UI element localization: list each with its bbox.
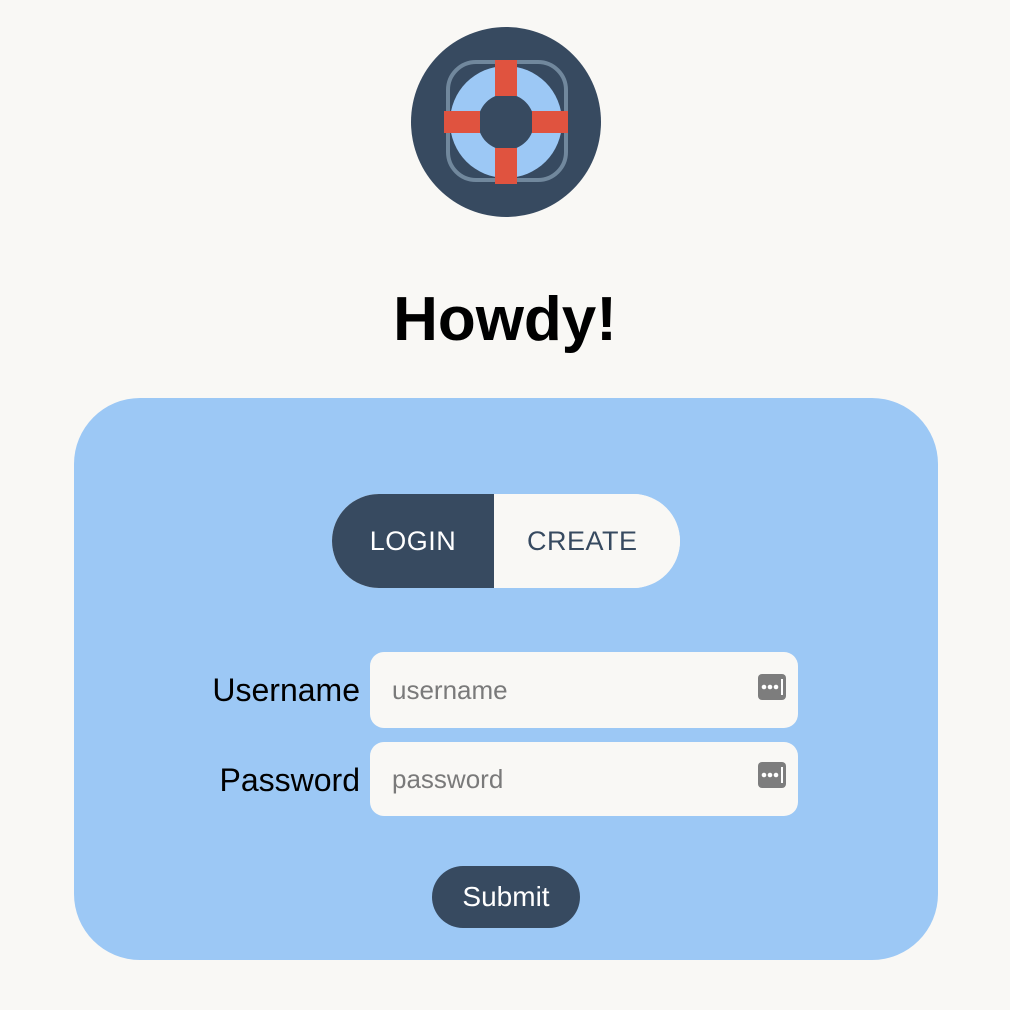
username-field-wrapper <box>370 652 798 728</box>
password-field-wrapper <box>370 742 798 816</box>
login-tab[interactable]: LOGIN <box>332 494 494 588</box>
password-label: Password <box>219 762 361 798</box>
auth-mode-toggle: LOGIN CREATE <box>332 494 680 588</box>
lifebuoy-logo-icon <box>410 26 602 218</box>
password-manager-icon[interactable] <box>758 674 786 700</box>
username-input[interactable] <box>392 652 752 728</box>
create-tab[interactable]: CREATE <box>494 494 680 588</box>
username-label: Username <box>212 672 360 708</box>
password-manager-icon[interactable] <box>758 762 786 788</box>
password-input[interactable] <box>392 742 752 816</box>
password-row: Password <box>74 742 938 818</box>
page-title: Howdy! <box>393 285 617 354</box>
username-row: Username <box>74 652 938 728</box>
login-card: LOGIN CREATE Username Password <box>74 398 938 960</box>
submit-button[interactable]: Submit <box>432 866 580 928</box>
